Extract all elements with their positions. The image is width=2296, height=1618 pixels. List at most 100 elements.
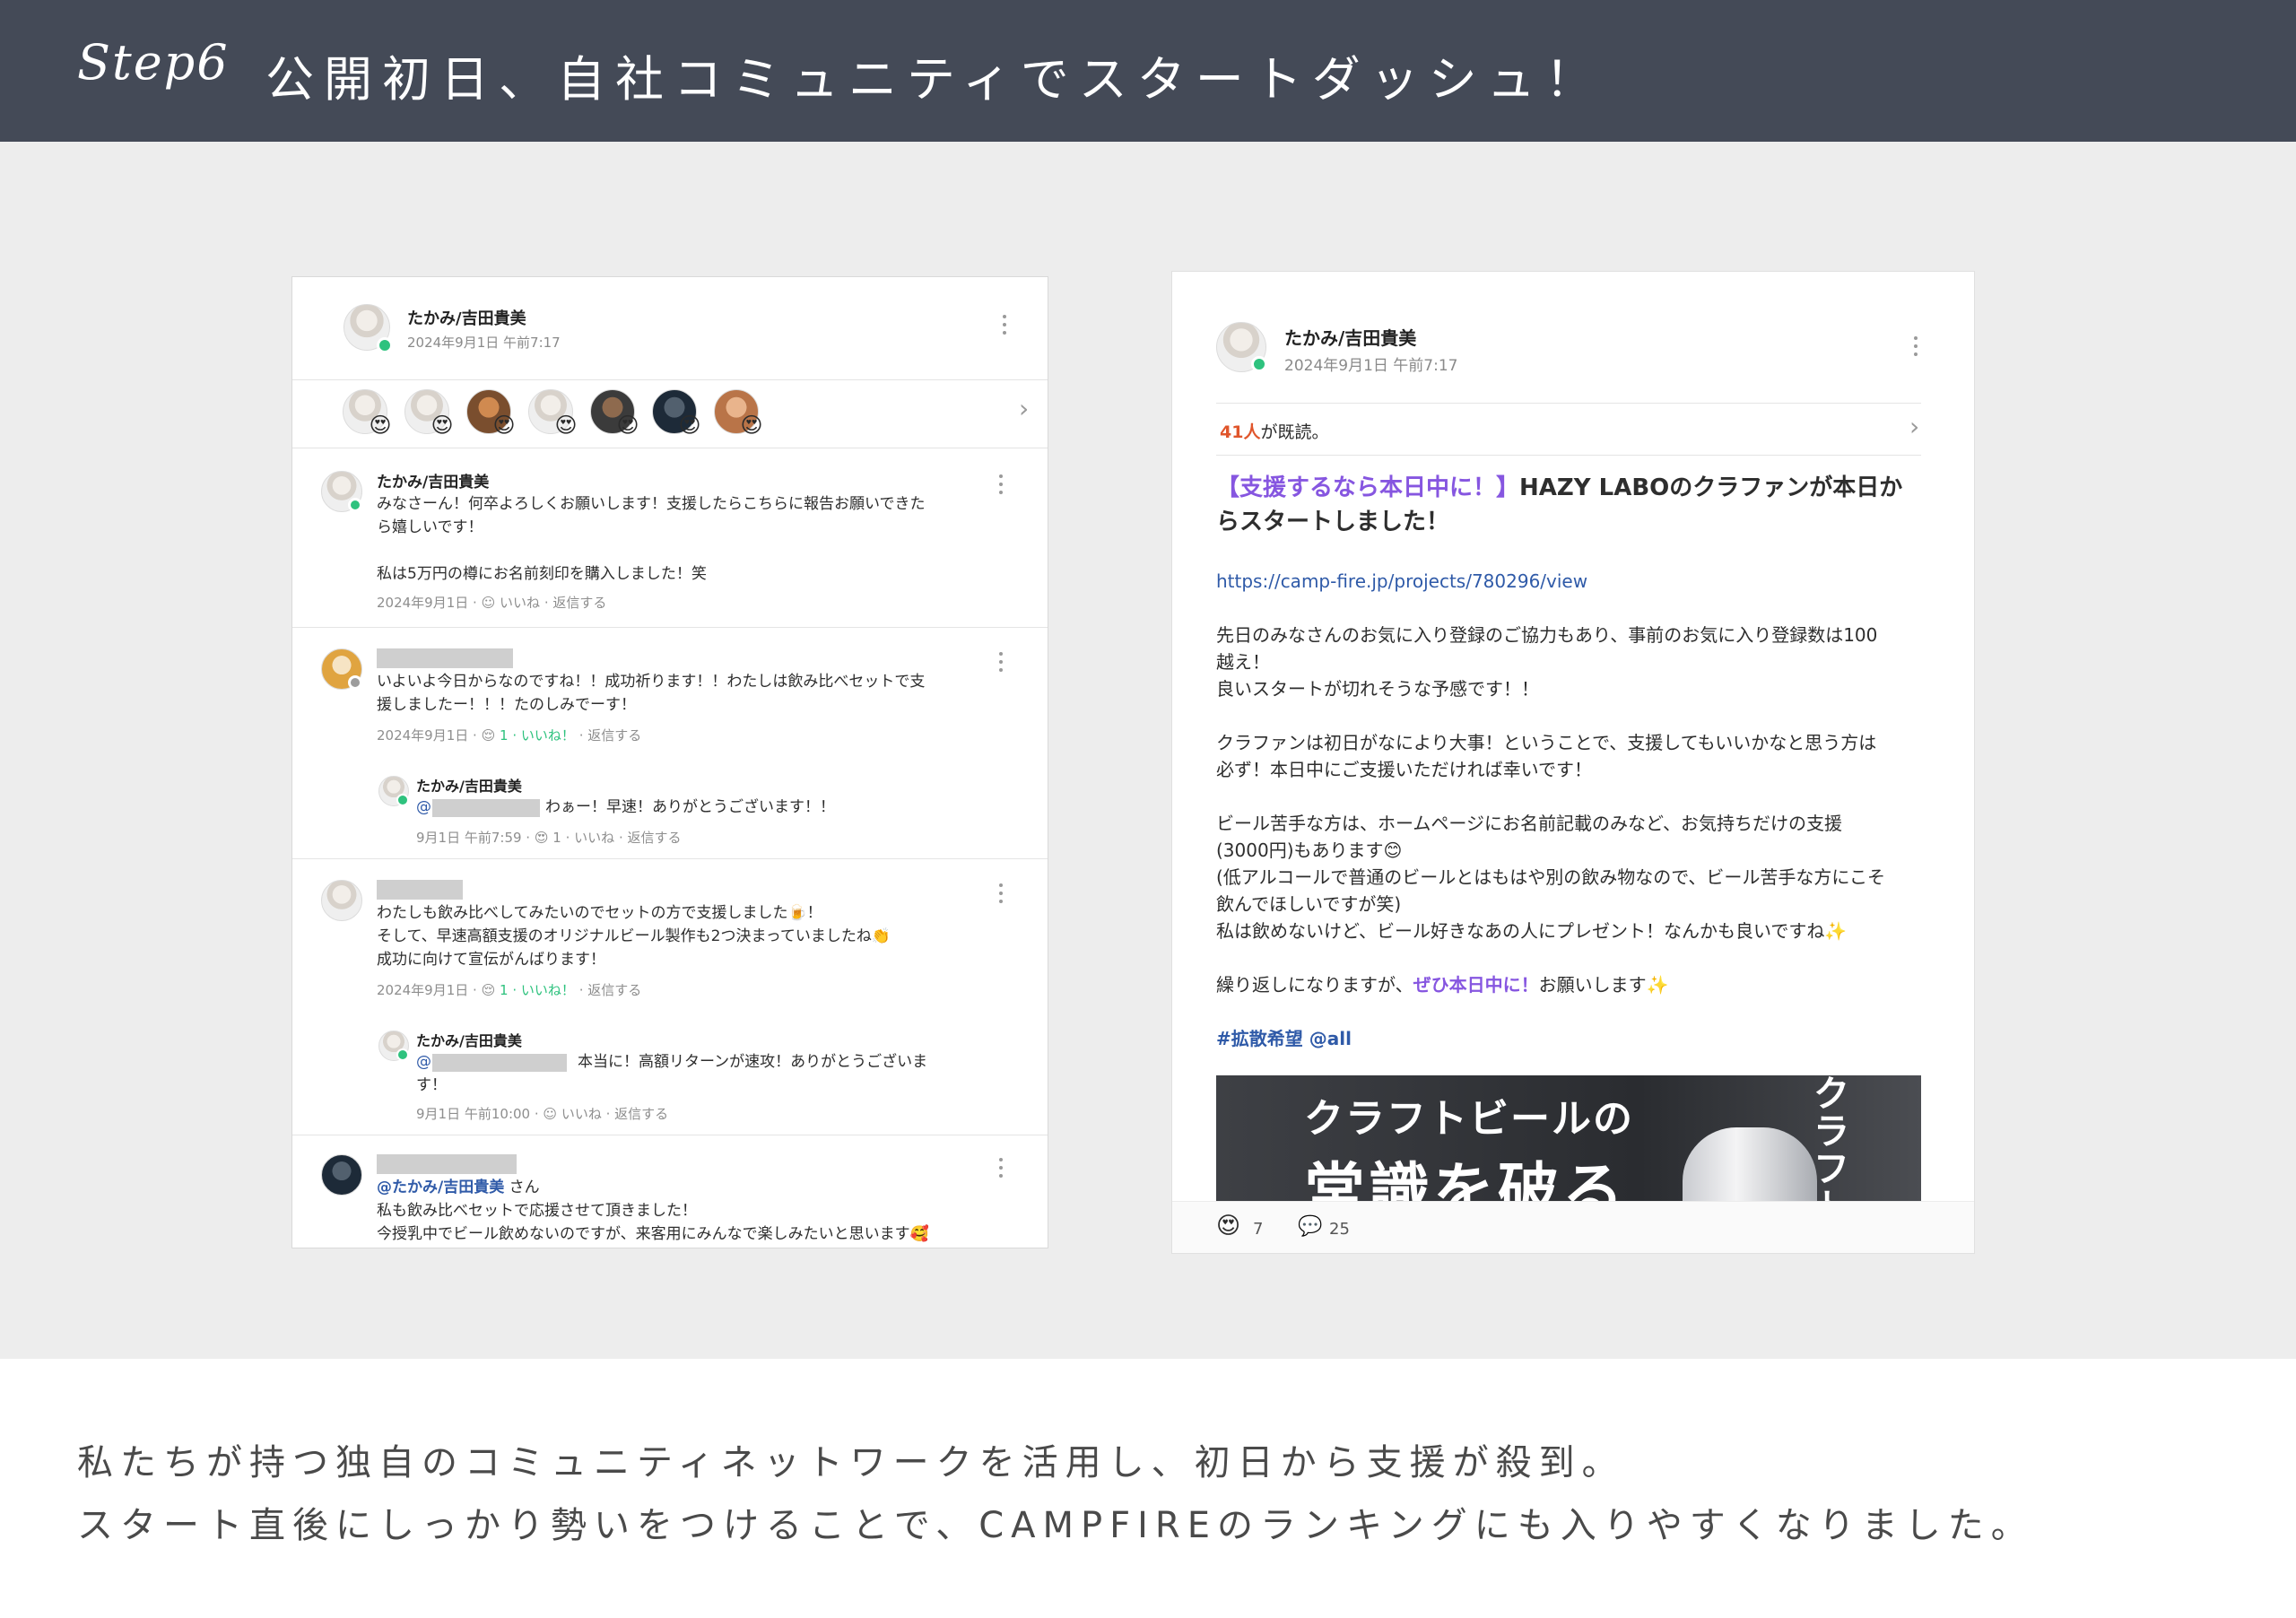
more-options-icon[interactable] — [998, 652, 1004, 675]
blurred-name — [377, 880, 463, 900]
comment-text: みなさーん！何卒よろしくお願いします！支援したらこちらに報告お願いできた — [377, 495, 926, 513]
online-badge — [1251, 356, 1267, 372]
project-banner-image[interactable]: クラフトビールの 常識を破る クラフト — [1216, 1075, 1921, 1201]
divider — [292, 858, 1048, 859]
post-author[interactable]: たかみ/吉田貴美 — [407, 306, 526, 329]
comment-mention: @たかみ/吉田貴美 さん — [377, 1179, 540, 1196]
online-badge — [377, 337, 393, 353]
like-button[interactable]: いいね — [500, 595, 540, 611]
smile-icon[interactable]: ☺ — [482, 595, 496, 611]
comment-avatar[interactable] — [321, 880, 362, 921]
divider — [292, 379, 1048, 380]
post-footer: 😍 7 💬 25 — [1172, 1201, 1974, 1253]
like-button[interactable]: いいね！ — [521, 727, 575, 744]
caption-line: 私たちが持つ独自のコミュニティネットワークを活用し、初日から支援が殺到。 — [77, 1442, 1625, 1483]
heart-eyes-emoji: 😍 — [430, 413, 454, 438]
reaction-emoji: 😌 — [481, 982, 496, 998]
blurred-name — [432, 1054, 567, 1072]
heart-eyes-emoji: 😍 — [534, 830, 549, 846]
hashtags[interactable]: #拡散希望 @all — [1216, 1025, 1352, 1052]
reaction-emoji: 😌 — [481, 727, 496, 744]
reply-button[interactable]: · 返信する — [579, 982, 642, 998]
reactor-avatar[interactable]: 😍 — [466, 389, 516, 438]
body-text: 先日のみなさんのお気に入り登録のご協力もあり、事前のお気に入り登録数は100 — [1216, 624, 1878, 646]
chevron-right-icon[interactable]: › — [1909, 412, 1919, 441]
banner-text: クラフト — [1813, 1075, 1849, 1201]
more-options-icon[interactable] — [1002, 315, 1007, 338]
comment-text: 私も飲み比べセットで応援させて頂きました！ — [377, 1202, 697, 1220]
mention-link[interactable]: @ — [416, 1050, 431, 1074]
online-badge — [396, 794, 409, 806]
page-title: 公開初日、自社コミュニティでスタートダッシュ！ — [265, 51, 1604, 108]
reply-button[interactable]: · 返信する — [579, 727, 642, 744]
project-link[interactable]: https://camp-fire.jp/projects/780296/vie… — [1216, 568, 1587, 595]
banner-text: クラフトビールの — [1304, 1096, 1634, 1142]
comment-avatar[interactable] — [321, 1154, 362, 1196]
reply-meta: 9月1日 午前7:59 · 😍 1 · いいね · 返信する — [416, 830, 682, 846]
reply-author[interactable]: たかみ/吉田貴美 — [416, 1029, 522, 1050]
blurred-name — [377, 1154, 517, 1174]
like-button[interactable]: いいね — [574, 830, 614, 846]
body-text: クラファンは初日がなにより大事！ということで、支援してもいいかなと思う方は — [1216, 732, 1877, 753]
beer-can-graphic — [1683, 1127, 1817, 1201]
online-badge — [348, 498, 362, 512]
post-headline: 【支援するなら本日中に！】HAZY LABOのクラファンが本日か — [1216, 474, 1903, 501]
comment-count: 25 — [1329, 1220, 1350, 1239]
more-options-icon[interactable] — [998, 474, 1004, 498]
heart-eyes-emoji: 😍 — [492, 413, 516, 438]
header-bar: Step6 公開初日、自社コミュニティでスタートダッシュ！ — [0, 0, 2296, 142]
post-author[interactable]: たかみ/吉田貴美 — [1284, 324, 1416, 350]
reactor-avatar[interactable]: 😍 — [590, 389, 639, 438]
step-label: Step6 — [77, 34, 230, 91]
more-options-icon[interactable] — [998, 883, 1004, 907]
comment-text: いよいよ今日からなのですね！！成功祈ります！！わたしは飲み比べセットで支 — [377, 673, 926, 691]
reply-text: わぁー！早速！ありがとうございます！！ — [545, 798, 835, 816]
reactor-avatar[interactable]: 😍 — [714, 389, 763, 438]
mention-link[interactable]: @たかみ/吉田貴美 — [377, 1179, 504, 1196]
body-text: (3000円)もあります😊 — [1216, 839, 1403, 861]
blurred-name — [432, 799, 540, 817]
reply-author[interactable]: たかみ/吉田貴美 — [416, 774, 522, 796]
reply-text: す！ — [416, 1076, 447, 1094]
reply-meta: 9月1日 午前10:00 · ☺ いいね · 返信する — [416, 1106, 669, 1122]
mention-link[interactable]: @ — [416, 796, 431, 819]
reply-button[interactable]: · 返信する — [619, 830, 682, 846]
blurred-name — [377, 648, 513, 668]
more-options-icon[interactable] — [1913, 336, 1918, 360]
comment-text: 私は5万円の樽にお名前刻印を購入しました！笑 — [377, 565, 707, 583]
body-text: 私は飲めないけど、ビール好きなあの人にプレゼント！なんかも良いですね✨ — [1216, 920, 1848, 942]
comment-text: 成功に向けて宣伝がんばります！ — [377, 951, 605, 969]
read-count-row[interactable]: 41人が既読。 — [1220, 419, 1328, 443]
comment-author[interactable]: たかみ/吉田貴美 — [377, 469, 489, 491]
comment-meta: 2024年9月1日 · 😌 1 · いいね！ · 返信する — [377, 982, 642, 998]
smile-icon[interactable]: ☺ — [543, 1106, 557, 1122]
post-time: 2024年9月1日 午前7:17 — [1284, 357, 1458, 375]
heart-eyes-emoji: 😍 — [554, 413, 578, 438]
reply-button[interactable]: · 返信する — [544, 595, 607, 611]
body-text: 越え！ — [1216, 651, 1270, 673]
banner-text: 常識を破る — [1304, 1157, 1628, 1201]
reactor-avatar[interactable]: 😍 — [404, 389, 454, 438]
heart-eyes-emoji[interactable]: 😍 — [1216, 1213, 1240, 1240]
post-time: 2024年9月1日 午前7:17 — [407, 335, 561, 351]
comment-meta: 2024年9月1日 · 😌 1 · いいね！ · 返信する — [377, 727, 642, 744]
comment-text: わたしも飲み比べしてみたいのでセットの方で支援しました🍺！ — [377, 904, 822, 922]
caption-line: スタート直後にしっかり勢いをつけることで、CAMPFIREのランキングにも入りや… — [77, 1505, 2034, 1546]
reply-button[interactable]: · 返信する — [606, 1106, 669, 1122]
body-text: 必ず！本日中にご支援いただければ幸いです！ — [1216, 759, 1592, 780]
right-post-panel: たかみ/吉田貴美 2024年9月1日 午前7:17 41人が既読。 › 【支援す… — [1171, 271, 1975, 1254]
comment-text: 援しましたー！！！たのしみでーす！ — [377, 696, 636, 714]
more-options-icon[interactable] — [998, 1158, 1004, 1181]
like-button[interactable]: いいね — [561, 1106, 602, 1122]
reaction-count: 7 — [1253, 1220, 1264, 1239]
comment-text: そして、早速高額支援のオリジナルビール製作も2つ決まっていましたね👏 — [377, 927, 891, 945]
reactor-avatar[interactable]: 😍 — [652, 389, 701, 438]
read-count: 41人 — [1220, 422, 1261, 442]
like-button[interactable]: いいね！ — [521, 982, 575, 998]
comment-icon[interactable]: 💬 — [1298, 1215, 1322, 1238]
chevron-right-icon[interactable]: › — [1019, 394, 1029, 423]
reactor-avatar[interactable]: 😍 — [343, 389, 392, 438]
body-text: 飲んでほしいですが笑) — [1216, 893, 1402, 915]
body-text: 良いスタートが切れそうな予感です！！ — [1216, 678, 1539, 700]
reactor-avatar[interactable]: 😍 — [528, 389, 578, 438]
